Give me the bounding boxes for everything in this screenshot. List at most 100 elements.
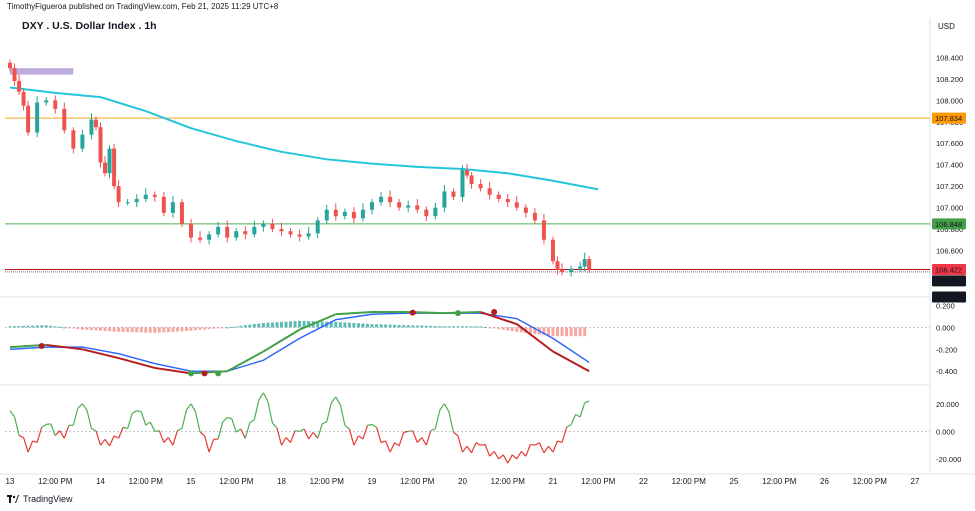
- oscillator-line-segment[interactable]: [154, 430, 160, 432]
- oscillator-line-segment[interactable]: [258, 392, 264, 401]
- macd-cross-dot[interactable]: [188, 370, 194, 377]
- oscillator-line-segment[interactable]: [408, 430, 413, 432]
- candle-body[interactable]: [17, 81, 22, 92]
- candle-body[interactable]: [551, 239, 555, 262]
- oscillator-line-segment[interactable]: [430, 428, 436, 432]
- oscillator-line-segment[interactable]: [240, 428, 246, 439]
- candle-body[interactable]: [288, 231, 293, 235]
- candle-body[interactable]: [53, 100, 58, 109]
- oscillator-line-segment[interactable]: [104, 438, 111, 447]
- macd-fast-line-segment[interactable]: [118, 357, 156, 369]
- oscillator-line-segment[interactable]: [421, 437, 427, 446]
- candle-body[interactable]: [342, 211, 347, 217]
- oscillator-line-segment[interactable]: [475, 442, 481, 446]
- candle-body[interactable]: [555, 261, 560, 270]
- candle-body[interactable]: [44, 100, 49, 103]
- oscillator-line-segment[interactable]: [403, 430, 409, 433]
- candle-body[interactable]: [465, 170, 470, 176]
- macd-cross-dot[interactable]: [409, 309, 416, 316]
- oscillator-line-segment[interactable]: [439, 403, 445, 411]
- candle-body[interactable]: [161, 196, 166, 213]
- candle-body[interactable]: [406, 205, 411, 208]
- supply-zone[interactable]: [10, 68, 74, 75]
- oscillator-line-segment[interactable]: [434, 409, 441, 429]
- candle-body[interactable]: [71, 130, 76, 149]
- oscillator-line-segment[interactable]: [172, 430, 178, 446]
- oscillator-line-segment[interactable]: [91, 428, 97, 432]
- candle-body[interactable]: [514, 202, 519, 208]
- oscillator-line-segment[interactable]: [466, 445, 473, 454]
- candle-body[interactable]: [424, 209, 429, 217]
- oscillator-line-segment[interactable]: [570, 414, 577, 425]
- macd-fast-line-segment[interactable]: [444, 311, 481, 315]
- oscillator-line-segment[interactable]: [543, 445, 549, 454]
- candle-body[interactable]: [234, 231, 239, 238]
- oscillator-line-segment[interactable]: [412, 430, 418, 443]
- oscillator-line-segment[interactable]: [375, 427, 382, 443]
- oscillator-line-segment[interactable]: [59, 430, 65, 439]
- candle-body[interactable]: [478, 183, 483, 189]
- candle-body[interactable]: [252, 226, 257, 235]
- oscillator-line-segment[interactable]: [23, 437, 29, 453]
- oscillator-line-segment[interactable]: [163, 437, 169, 443]
- candle-body[interactable]: [207, 234, 212, 240]
- oscillator-line-segment[interactable]: [100, 438, 106, 446]
- oscillator-line-segment[interactable]: [27, 440, 34, 453]
- oscillator-line-segment[interactable]: [181, 409, 188, 429]
- oscillator-line-segment[interactable]: [489, 450, 495, 457]
- candle-body[interactable]: [225, 226, 230, 238]
- oscillator-line-segment[interactable]: [579, 402, 586, 418]
- candle-body[interactable]: [578, 266, 583, 269]
- oscillator-line-segment[interactable]: [249, 419, 255, 424]
- oscillator-line-segment[interactable]: [253, 399, 260, 420]
- oscillator-line-segment[interactable]: [516, 451, 522, 460]
- macd-cross-dot[interactable]: [215, 370, 222, 377]
- oscillator-line-segment[interactable]: [511, 454, 518, 460]
- oscillator-line-segment[interactable]: [289, 430, 296, 443]
- candle-body[interactable]: [279, 229, 284, 232]
- oscillator-line-segment[interactable]: [575, 413, 581, 418]
- oscillator-line-segment[interactable]: [312, 432, 319, 439]
- oscillator-line-segment[interactable]: [367, 423, 373, 427]
- candle-body[interactable]: [125, 202, 130, 204]
- oscillator-line-segment[interactable]: [371, 423, 377, 428]
- candle-body[interactable]: [261, 223, 266, 227]
- oscillator-line-segment[interactable]: [344, 424, 350, 430]
- oscillator-line-segment[interactable]: [13, 416, 20, 436]
- oscillator-line-segment[interactable]: [113, 435, 119, 439]
- candle-body[interactable]: [116, 186, 121, 203]
- candle-body[interactable]: [170, 202, 175, 213]
- oscillator-line-segment[interactable]: [217, 421, 224, 440]
- oscillator-line-segment[interactable]: [244, 422, 251, 439]
- oscillator-line-segment[interactable]: [285, 437, 291, 443]
- oscillator-line-segment[interactable]: [389, 442, 396, 453]
- candle-body[interactable]: [360, 209, 365, 219]
- oscillator-line-segment[interactable]: [194, 411, 201, 433]
- chart-canvas[interactable]: 108.400108.200108.000107.800107.600107.4…: [0, 0, 975, 511]
- oscillator-line-segment[interactable]: [158, 430, 165, 443]
- candle-body[interactable]: [179, 202, 184, 224]
- oscillator-line-segment[interactable]: [448, 411, 455, 433]
- oscillator-line-segment[interactable]: [199, 431, 205, 437]
- candle-body[interactable]: [433, 207, 438, 217]
- candle-body[interactable]: [315, 220, 320, 234]
- macd-fast-line-segment[interactable]: [262, 328, 301, 353]
- candle-body[interactable]: [469, 175, 474, 184]
- oscillator-line-segment[interactable]: [294, 430, 300, 432]
- macd-cross-dot[interactable]: [454, 310, 461, 317]
- candle-body[interactable]: [523, 207, 528, 213]
- oscillator-line-segment[interactable]: [353, 435, 359, 446]
- candle-body[interactable]: [8, 62, 12, 69]
- oscillator-line-segment[interactable]: [548, 445, 554, 453]
- oscillator-line-segment[interactable]: [484, 444, 491, 457]
- oscillator-line-segment[interactable]: [462, 445, 468, 453]
- candle-body[interactable]: [62, 108, 67, 131]
- candle-body[interactable]: [569, 268, 574, 272]
- oscillator-line-segment[interactable]: [185, 403, 192, 411]
- oscillator-line-segment[interactable]: [502, 454, 509, 464]
- candle-body[interactable]: [134, 198, 139, 203]
- oscillator-line-segment[interactable]: [308, 432, 314, 440]
- oscillator-line-segment[interactable]: [190, 403, 197, 413]
- oscillator-line-segment[interactable]: [525, 444, 531, 457]
- candle-body[interactable]: [541, 220, 546, 240]
